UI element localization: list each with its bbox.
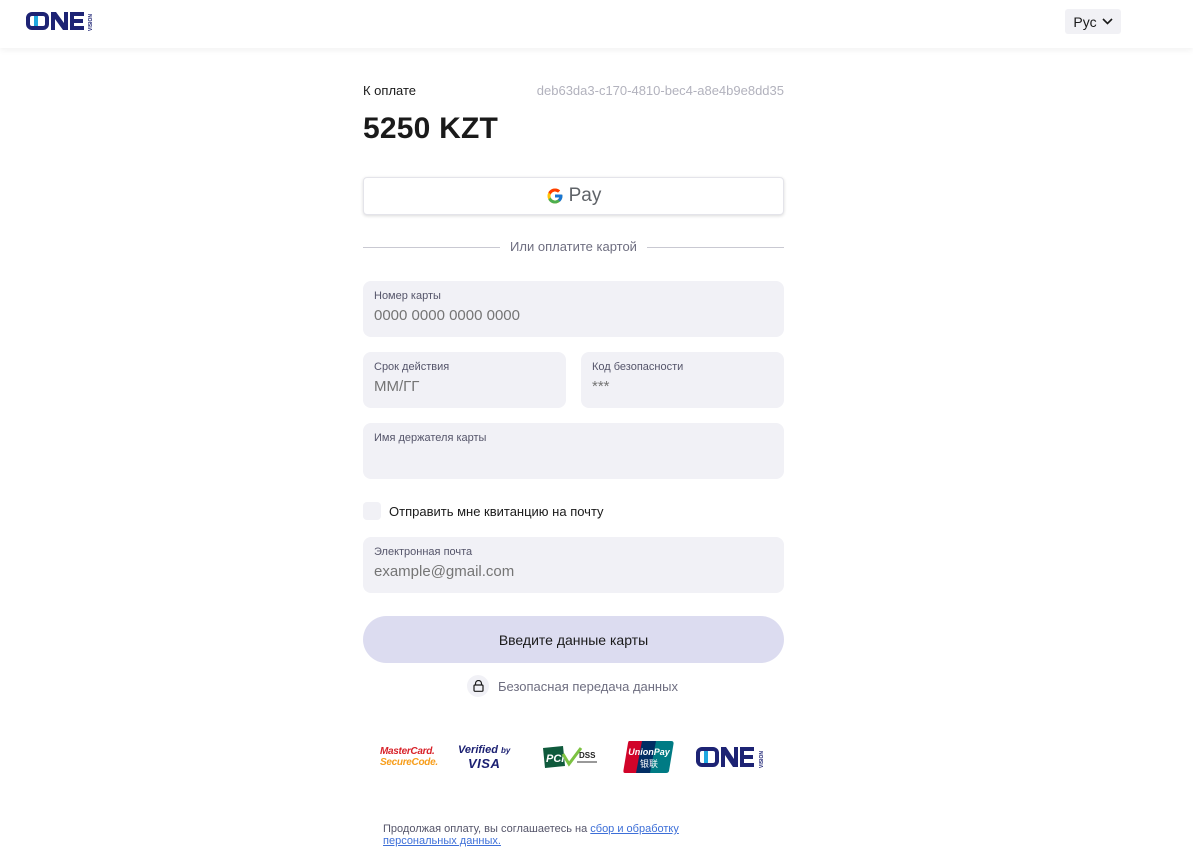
secure-transfer-text: Безопасная передача данных xyxy=(498,678,678,694)
payment-label: К оплате xyxy=(363,83,417,98)
expiry-label: Срок действия xyxy=(374,361,450,373)
email-input[interactable] xyxy=(374,563,773,580)
onevision-badge-icon: VISION xyxy=(696,747,765,768)
payment-amount: 5250 KZT xyxy=(363,112,498,145)
chevron-down-icon xyxy=(1102,18,1113,25)
verified-by-visa-badge: Verified by VISA xyxy=(458,735,510,779)
unionpay-cn-text: 银联 xyxy=(640,758,658,770)
mastercard-securecode-badge: MasterCard. SecureCode. xyxy=(380,735,438,779)
onevision-sub-text: VISION xyxy=(759,751,765,768)
mastercard-line2: SecureCode. xyxy=(380,757,438,768)
card-number-field[interactable]: Номер карты xyxy=(363,281,784,337)
receipt-checkbox[interactable] xyxy=(363,502,381,520)
expiry-field[interactable]: Срок действия xyxy=(363,352,566,408)
pci-dss-badge: PCI DSS xyxy=(541,735,599,779)
visa-by: by xyxy=(501,745,511,755)
onevision-badge: VISION xyxy=(696,735,768,779)
unionpay-text: UnionPay xyxy=(628,747,671,757)
cardholder-label: Имя держателя карты xyxy=(374,432,487,444)
order-id: deb63da3-c170-4810-bec4-a8e4b9e8dd35 xyxy=(536,83,784,98)
secure-transfer-note: Безопасная передача данных xyxy=(467,675,678,697)
cardholder-input[interactable] xyxy=(374,449,773,466)
language-selector[interactable]: Рус xyxy=(1065,9,1121,34)
card-number-label: Номер карты xyxy=(374,290,441,302)
unionpay-icon: UnionPay 银联 xyxy=(623,741,674,773)
visa-line1: Verified xyxy=(458,743,498,756)
security-badges: MasterCard. SecureCode. Verified by VISA… xyxy=(363,735,784,779)
unionpay-badge: UnionPay 银联 xyxy=(623,735,675,779)
submit-button[interactable]: Введите данные карты xyxy=(363,616,784,663)
svg-text:VISION: VISION xyxy=(88,14,94,31)
divider-text: Или оплатите картой xyxy=(500,239,647,254)
cardholder-field[interactable]: Имя держателя карты xyxy=(363,423,784,479)
onevision-logo-icon: VISION xyxy=(26,12,94,31)
pci-dss-text: DSS xyxy=(579,751,596,760)
consent-note: Продолжая оплату, вы соглашаетесь на сбо… xyxy=(383,823,723,847)
lock-icon xyxy=(472,680,484,692)
lock-icon-wrapper xyxy=(467,675,489,697)
expiry-input[interactable] xyxy=(374,378,555,395)
google-pay-label: Pay xyxy=(568,185,602,206)
cvv-input[interactable] xyxy=(592,378,773,395)
visa-line2: VISA xyxy=(468,755,501,771)
pci-dss-icon: PCI DSS xyxy=(543,746,597,768)
mastercard-line1: MasterCard. xyxy=(380,746,435,757)
onevision-logo[interactable]: VISION xyxy=(26,9,96,33)
or-pay-by-card-divider: Или оплатите картой xyxy=(363,238,784,256)
receipt-checkbox-label[interactable]: Отправить мне квитанцию на почту xyxy=(389,504,604,519)
top-header: VISION Рус xyxy=(0,0,1193,48)
receipt-checkbox-row[interactable]: Отправить мне квитанцию на почту xyxy=(363,502,604,520)
consent-text: Продолжая оплату, вы соглашаетесь на xyxy=(383,823,591,835)
cvv-label: Код безопасности xyxy=(592,361,684,373)
card-number-input[interactable] xyxy=(374,307,773,324)
language-label: Рус xyxy=(1073,13,1097,30)
email-label: Электронная почта xyxy=(374,546,473,558)
cvv-field[interactable]: Код безопасности xyxy=(581,352,784,408)
google-pay-button[interactable]: Pay xyxy=(363,177,784,215)
google-g-icon xyxy=(547,188,563,204)
email-field[interactable]: Электронная почта xyxy=(363,537,784,593)
